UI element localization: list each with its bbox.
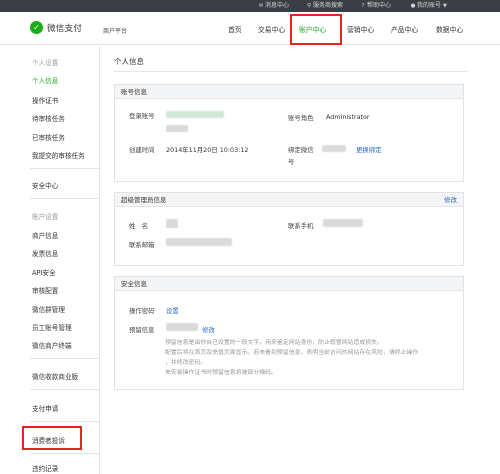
sidebar-item-merchant-info[interactable]: 商户信息 bbox=[32, 230, 58, 240]
bind-wechat-label: 绑定微信 bbox=[288, 146, 314, 154]
reserved-info-note-line: 配置后将在首页及充值页面显示。若未看到预留信息，表明当前访问的网站存在风险，请终… bbox=[165, 350, 419, 356]
highlight-box-account-center bbox=[290, 14, 342, 45]
bind-wechat-label-cont: 号 bbox=[288, 158, 295, 166]
sidebar-item-reviewed[interactable]: 已审核任务 bbox=[32, 132, 65, 142]
super-admin-panel: 超级管理员信息 修改 姓 名 联系手机 联系邮箱 bbox=[114, 192, 464, 266]
sidebar-group-personal: 个人设置 bbox=[32, 59, 59, 67]
logo-text: 微信支付 bbox=[47, 23, 83, 34]
admin-phone-redacted bbox=[323, 219, 363, 227]
help-icon: ? bbox=[361, 3, 365, 9]
security-info-title: 安全信息 bbox=[121, 280, 147, 288]
set-op-password-link[interactable]: 设置 bbox=[166, 306, 179, 315]
sidebar-item-wechat-group[interactable]: 微信群管理 bbox=[32, 304, 65, 314]
bound-wechat-redacted bbox=[322, 145, 346, 152]
sidebar-item-my-submitted[interactable]: 我提交的审核任务 bbox=[32, 150, 85, 160]
change-binding-link[interactable]: 更换绑定 bbox=[356, 145, 382, 154]
messages-link[interactable]: ✉ 消息中心 bbox=[258, 2, 289, 10]
super-admin-header: 超级管理员信息 修改 bbox=[115, 193, 463, 207]
edit-reserved-info-link[interactable]: 修改 bbox=[202, 325, 215, 334]
login-account-label: 登录账号 bbox=[129, 112, 155, 120]
sidebar-divider bbox=[30, 198, 100, 199]
account-role-value: Administrator bbox=[326, 113, 370, 121]
reserved-info-label: 预留信息 bbox=[129, 326, 155, 334]
admin-email-label: 联系邮箱 bbox=[129, 241, 155, 249]
login-account-value-redacted-2 bbox=[166, 125, 188, 132]
nav-product-center[interactable]: 产品中心 bbox=[391, 24, 418, 34]
edit-admin-link[interactable]: 修改 bbox=[444, 193, 457, 207]
security-info-header: 安全信息 bbox=[115, 277, 463, 291]
user-icon: ● bbox=[410, 3, 416, 9]
admin-phone-label: 联系手机 bbox=[288, 222, 314, 230]
nav-home[interactable]: 首页 bbox=[228, 24, 242, 34]
wechat-pay-logo[interactable]: ✓ 微信支付 bbox=[30, 21, 82, 34]
sidebar-item-api-security[interactable]: API安全 bbox=[32, 267, 56, 277]
title-divider bbox=[114, 71, 468, 72]
sidebar-item-op-cert[interactable]: 操作证书 bbox=[32, 95, 58, 105]
sidebar-item-pay-apply[interactable]: 支付申请 bbox=[32, 403, 58, 413]
wechat-pay-logo-icon: ✓ bbox=[30, 21, 43, 34]
admin-name-redacted bbox=[166, 219, 178, 228]
created-time-label: 创建时间 bbox=[129, 146, 155, 154]
sidebar-item-personal-info[interactable]: 个人信息 bbox=[32, 75, 58, 85]
op-password-label: 操作密码 bbox=[129, 307, 155, 315]
login-account-value-redacted bbox=[166, 111, 224, 118]
nav-data-center[interactable]: 数据中心 bbox=[436, 24, 463, 34]
nav-trade-center[interactable]: 交易中心 bbox=[258, 24, 285, 34]
sidebar-item-invoice-info[interactable]: 发票信息 bbox=[32, 248, 58, 258]
main-header: ✓ 微信支付 商户平台 首页 交易中心 账户中心 营销中心 产品中心 数据中心 bbox=[0, 12, 500, 45]
account-role-label: 账号角色 bbox=[288, 114, 314, 122]
sidebar-item-staff-account[interactable]: 员工账号管理 bbox=[32, 322, 72, 332]
reserved-info-note-line: ，并修改密码。 bbox=[165, 360, 207, 366]
sidebar-item-cashier-business[interactable]: 微信收款商业版 bbox=[32, 371, 78, 381]
page-title: 个人信息 bbox=[114, 57, 144, 66]
sidebar-divider bbox=[30, 389, 100, 390]
account-info-title: 账号信息 bbox=[121, 88, 147, 96]
sidebar-divider bbox=[30, 421, 100, 422]
sidebar-item-pending-review[interactable]: 待审核任务 bbox=[32, 113, 65, 123]
sidebar-item-security-center[interactable]: 安全中心 bbox=[32, 180, 58, 190]
search-icon: ⚲ bbox=[306, 3, 312, 9]
highlight-box-consumer-complaint bbox=[22, 426, 82, 450]
messages-label: 消息中心 bbox=[265, 2, 290, 9]
reserved-info-note-line: 未安装操作证书时预留信息将被部分掩码。 bbox=[165, 370, 277, 376]
sidebar-item-review-config[interactable]: 审核配置 bbox=[32, 285, 58, 295]
help-label: 帮助中心 bbox=[367, 2, 392, 9]
my-account-menu[interactable]: ● 我的账号 ▼ bbox=[410, 2, 447, 10]
service-search-link[interactable]: ⚲ 服务商搜索 bbox=[306, 2, 343, 10]
top-bar: ✉ 消息中心 ⚲ 服务商搜索 ? 帮助中心 ● 我的账号 ▼ bbox=[0, 0, 500, 12]
reserved-info-redacted bbox=[166, 323, 198, 331]
logo-subtitle: 商户平台 bbox=[103, 28, 128, 35]
chevron-down-icon: ▼ bbox=[443, 3, 447, 9]
sidebar-divider bbox=[30, 358, 100, 359]
created-time-value: 2014年11月20日 10:03:12 bbox=[166, 146, 249, 154]
sidebar-divider bbox=[30, 453, 100, 454]
admin-name-label: 姓 名 bbox=[129, 222, 149, 230]
admin-email-redacted bbox=[166, 238, 232, 246]
sidebar: 个人设置 个人信息 操作证书 待审核任务 已审核任务 我提交的审核任务 安全中心… bbox=[0, 46, 100, 474]
sidebar-group-account: 账户设置 bbox=[32, 213, 59, 221]
super-admin-title: 超级管理员信息 bbox=[121, 196, 167, 204]
mail-icon: ✉ bbox=[258, 3, 264, 9]
sidebar-divider bbox=[30, 168, 100, 169]
account-info-panel: 账号信息 登录账号 账号角色 Administrator 创建时间 2014年1… bbox=[114, 84, 464, 182]
sidebar-item-violation-record[interactable]: 违约记录 bbox=[32, 463, 58, 473]
service-search-label: 服务商搜索 bbox=[313, 2, 344, 9]
sidebar-item-merchant-terminal[interactable]: 微信商户终端 bbox=[32, 340, 72, 350]
account-info-header: 账号信息 bbox=[115, 85, 463, 99]
reserved-info-note-line: 预留信息是由你自己设置的一段文字，用来鉴定网站身份，防止假冒网站造成损失。 bbox=[165, 340, 383, 346]
nav-marketing-center[interactable]: 营销中心 bbox=[347, 24, 374, 34]
my-account-label: 我的账号 bbox=[417, 2, 442, 9]
help-center-link[interactable]: ? 帮助中心 bbox=[360, 2, 391, 10]
